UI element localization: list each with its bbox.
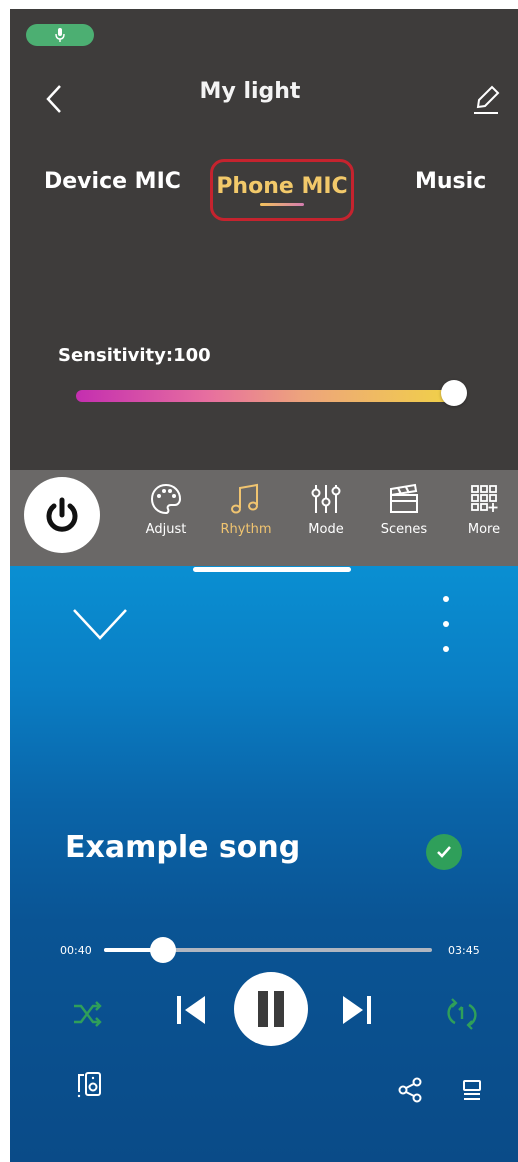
nav-label: Mode: [308, 522, 344, 537]
check-icon: [437, 846, 451, 858]
progress-thumb[interactable]: [150, 937, 177, 963]
music-player: Example song 00:40 03:45: [10, 566, 518, 1162]
nav-label: More: [467, 522, 501, 537]
pause-button[interactable]: [234, 972, 308, 1046]
chevron-down-icon: [73, 609, 127, 640]
nav-rhythm[interactable]: Rhythm: [216, 482, 276, 537]
edit-button[interactable]: [470, 79, 502, 119]
current-time: 00:40: [60, 944, 92, 957]
pause-icon: [258, 991, 284, 1027]
nav-label: Rhythm: [220, 522, 272, 537]
queue-button[interactable]: [456, 1074, 488, 1106]
repeat-one-icon: [447, 998, 477, 1030]
total-time: 03:45: [448, 944, 480, 957]
clapperboard-icon: [390, 483, 418, 513]
sensitivity-slider-track[interactable]: [76, 390, 454, 402]
song-title: Example song: [65, 830, 301, 865]
shuffle-icon: [74, 1001, 102, 1027]
microphone-icon: [55, 28, 65, 42]
sensitivity-label: Sensitivity:100: [58, 345, 211, 366]
next-button[interactable]: [338, 990, 378, 1030]
tab-music[interactable]: Music: [415, 169, 486, 194]
tab-label: Device MIC: [44, 169, 181, 194]
shuffle-button[interactable]: [68, 994, 108, 1034]
light-control-panel: My light Device MIC Phone MIC Music Sens…: [10, 9, 518, 470]
share-icon: [398, 1077, 422, 1103]
dot: [443, 646, 449, 652]
speaker-device-icon: [77, 1072, 101, 1098]
collapse-button[interactable]: [70, 600, 130, 648]
nav-more[interactable]: More: [454, 482, 514, 537]
dot: [443, 596, 449, 602]
palette-icon: [150, 483, 182, 515]
downloaded-check: [426, 834, 462, 870]
tab-phone-mic[interactable]: Phone MIC: [210, 159, 354, 221]
chevron-left-icon: [46, 85, 61, 113]
queue-list-icon: [463, 1080, 481, 1100]
sensitivity-slider-thumb[interactable]: [441, 380, 467, 406]
dot: [443, 621, 449, 627]
share-button[interactable]: [394, 1074, 426, 1106]
bottom-nav: Adjust Rhythm Mode Scenes More: [10, 470, 518, 566]
page-title: My light: [199, 79, 301, 104]
tab-label: Music: [415, 169, 487, 194]
tab-label: Phone MIC: [216, 174, 348, 199]
power-button[interactable]: [24, 477, 100, 553]
connect-device-button[interactable]: [72, 1068, 106, 1102]
nav-label: Adjust: [145, 522, 187, 537]
skip-previous-icon: [177, 996, 205, 1024]
active-tab-underline: [260, 203, 304, 206]
pencil-icon: [474, 85, 500, 114]
home-indicator[interactable]: [193, 567, 351, 572]
skip-next-icon: [343, 996, 371, 1024]
nav-label: Scenes: [380, 522, 428, 537]
nav-mode[interactable]: Mode: [296, 482, 356, 537]
mic-active-indicator: [26, 24, 94, 46]
previous-button[interactable]: [170, 990, 210, 1030]
repeat-one-button[interactable]: [442, 994, 482, 1034]
progress-bar[interactable]: [104, 937, 432, 963]
more-options-button[interactable]: [436, 596, 456, 652]
sliders-icon: [311, 485, 341, 513]
tab-device-mic[interactable]: Device MIC: [44, 169, 181, 194]
power-icon: [46, 497, 78, 532]
grid-plus-icon: [471, 485, 498, 512]
back-button[interactable]: [40, 79, 68, 119]
nav-adjust[interactable]: Adjust: [136, 482, 196, 537]
nav-scenes[interactable]: Scenes: [374, 482, 434, 537]
music-note-icon: [231, 483, 258, 514]
